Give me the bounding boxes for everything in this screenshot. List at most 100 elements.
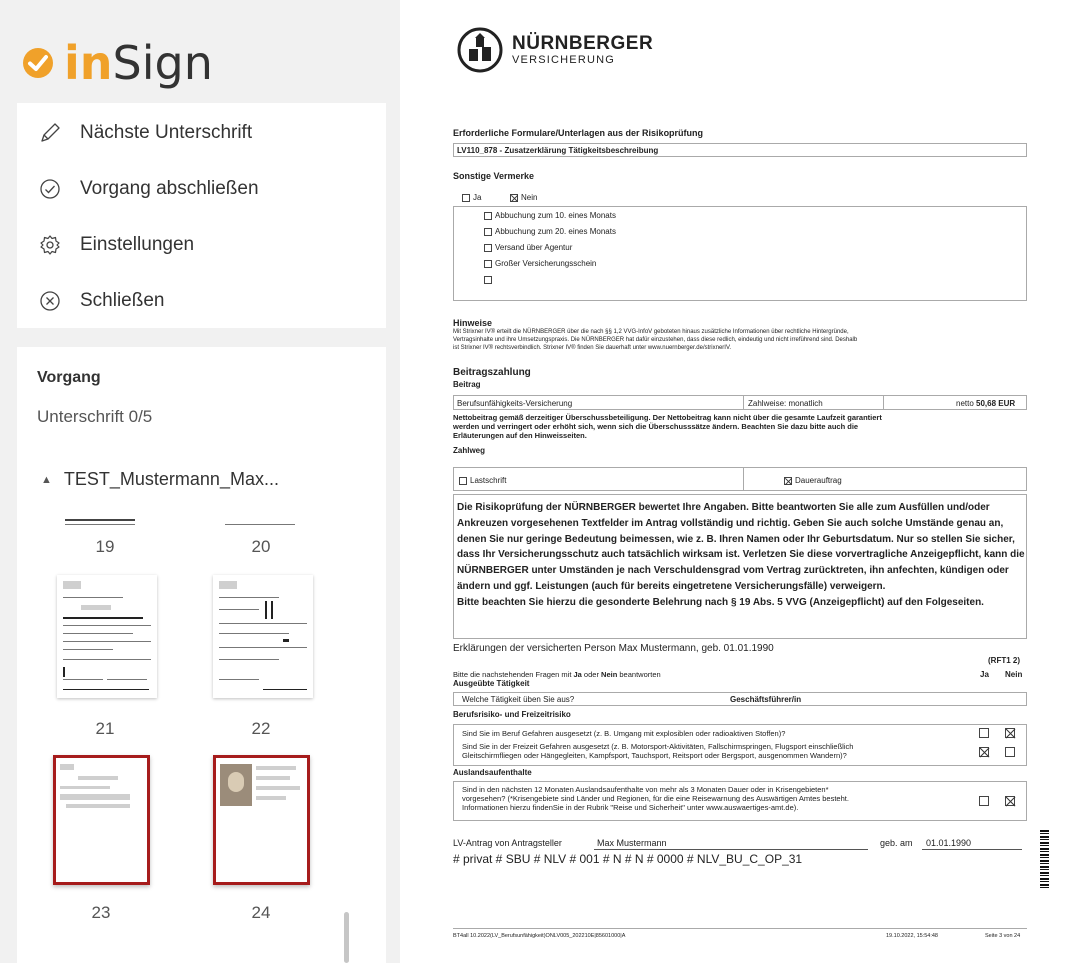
ausland-nein[interactable] [1005,796,1015,806]
col-nein: Nein [1005,670,1023,679]
lv-label: LV-Antrag von Antragsteller [453,838,562,848]
checkmark-badge-icon [23,48,53,78]
checkbox-ja[interactable] [462,193,470,202]
checkbox-dauerauftrag[interactable] [784,476,792,485]
taetigkeit-q: Welche Tätigkeit üben Sie aus? [462,695,575,704]
action-menu: Nächste Unterschrift Vorgang abschließen… [17,103,386,328]
zahlweg-divider [743,467,744,491]
settings-label: Einstellungen [80,234,195,255]
hinweise-line-3: ist Strixner IV® rechtsverbindlich. Stri… [453,345,732,351]
next-signature-button[interactable]: Nächste Unterschrift [17,105,386,161]
nuernberger-emblem-icon [457,27,503,73]
barcode [1040,830,1049,890]
lv-name: Max Mustermann [597,838,667,848]
hinweise-line-1: Mit Strixner IV® erteilt die NÜRNBERGER … [453,329,849,335]
s2-option-2: Abbuchung zum 20. eines Monats [484,227,616,236]
geb-line [922,849,1022,850]
netto-line-1: Nettobeitrag gemäß derzeitiger Überschus… [453,413,882,422]
risiko-q2-ja[interactable] [979,747,989,757]
beitrag-zahlweise: Zahlweise: monatlich [748,399,823,408]
ausland-title: Auslandsaufenthalte [453,768,532,777]
hinweise-title: Hinweise [453,318,493,328]
process-title: Vorgang [37,369,101,386]
gear-icon [39,234,61,256]
option-checkbox-2[interactable] [484,227,492,236]
brand-sign: Sign [112,36,213,90]
risiko-q2a: Sind Sie in der Freizeit Gefahren ausges… [462,742,854,751]
close-button[interactable]: Schließen [17,273,386,329]
page-thumbnail-23[interactable] [53,755,150,885]
beitrag-divider-1 [743,395,744,410]
rft-code: (RFT1 2) [988,656,1020,665]
zahlweg-box [453,467,1027,491]
s1-value: LV110_878 - Zusatzerklärung Tätigkeitsbe… [457,146,659,155]
page-thumbnails: 19 20 21 22 23 24 [17,515,386,963]
footer-date: 19.10.2022, 15:54:48 [886,933,938,939]
insurer-sub: VERSICHERUNG [512,54,616,66]
settings-button[interactable]: Einstellungen [17,217,386,273]
document-toggle[interactable]: ▲ TEST_Mustermann_Max... [41,469,279,490]
erkl-title: Erklärungen der versicherten Person Max … [453,643,774,654]
footer-line [453,928,1027,929]
page-thumbnail-21[interactable] [57,575,157,698]
risiko-title: Berufsrisiko- und Freizeitrisiko [453,710,571,719]
option-checkbox-5[interactable] [484,275,492,284]
footer-page: Seite 3 von 24 [985,933,1021,939]
s2-ja: Ja [462,193,481,202]
process-panel: Vorgang Unterschrift 0/5 ▲ TEST_Musterma… [17,347,386,963]
s1-title: Erforderliche Formulare/Unterlagen aus d… [453,128,704,138]
geb-label: geb. am [880,838,913,848]
lv-name-line [594,849,868,850]
page-thumbnail-22[interactable] [213,575,313,698]
zahlweg-dauerauftrag: Dauerauftrag [784,476,842,485]
page-label-21: 21 [95,719,115,738]
beitrag-product: Berufsunfähigkeits-Versicherung [457,399,573,408]
signature-status: Unterschrift 0/5 [37,407,153,426]
option-checkbox-3[interactable] [484,243,492,252]
risiko-q2-nein[interactable] [1005,747,1015,757]
document-viewer: NÜRNBERGER VERSICHERUNG Erforderliche Fo… [400,0,1081,963]
netto-line-2: werden und verringert oder erhöht sich, … [453,422,859,431]
taetigkeit-a: Geschäftsführer/in [730,695,802,704]
geb-date: 01.01.1990 [926,838,972,848]
ausland-ja[interactable] [979,796,989,806]
close-circle-icon [39,290,61,312]
brand-in: in [64,36,113,90]
s2-title: Sonstige Vermerke [453,171,535,181]
beitrag-title: Beitragszahlung [453,367,531,378]
ausland-q-c: Informationen hierzu findenSie in der Ru… [462,803,799,812]
next-signature-label: Nächste Unterschrift [80,122,253,143]
checkbox-nein[interactable] [510,193,518,202]
risiko-q1: Sind Sie im Beruf Gefahren ausgesetzt (z… [462,729,786,738]
page-label-23: 23 [91,903,111,922]
nuernberger-logo: NÜRNBERGER VERSICHERUNG [457,27,653,73]
risiko-q1-nein[interactable] [1005,728,1015,738]
pen-icon [39,122,61,144]
option-checkbox-4[interactable] [484,259,492,268]
complete-process-label: Vorgang abschließen [80,178,259,199]
page-label-22: 22 [251,719,271,738]
zahlweg-lastschrift: Lastschrift [459,476,506,485]
page-thumbnail-24[interactable] [213,755,310,885]
option-checkbox-1[interactable] [484,211,492,220]
page-label-19: 19 [95,537,115,556]
page-thumbnail-20[interactable] [213,515,313,528]
insurer-name: NÜRNBERGER [512,33,654,54]
s2-options-box [453,206,1027,301]
netto-line-3: Erläuterungen auf den Hinweisseiten. [453,431,587,440]
code-line: # privat # SBU # NLV # 001 # N # N # 000… [453,852,803,866]
complete-process-button[interactable]: Vorgang abschließen [17,161,386,217]
hinweise-line-2: Vertragsinhalte und ihre Umsetzungspraxi… [453,337,858,343]
risiko-q1-ja[interactable] [979,728,989,738]
ausland-q-b: vorgesehen? (*Krisengebiete sind Länder … [462,794,849,803]
s2-option-5 [484,275,495,284]
page-thumbnail-19[interactable] [57,515,157,528]
brand-name: inSign [64,40,213,86]
s2-option-4: Großer Versicherungsschein [484,259,596,268]
ausland-q-a: Sind in den nächsten 12 Monaten Auslands… [462,785,829,794]
beitrag-divider-2 [883,395,884,410]
zahlweg-title: Zahlweg [453,446,486,455]
page-label-20: 20 [251,537,271,556]
checkbox-lastschrift[interactable] [459,476,467,485]
sidebar-scrollbar[interactable] [344,912,349,963]
